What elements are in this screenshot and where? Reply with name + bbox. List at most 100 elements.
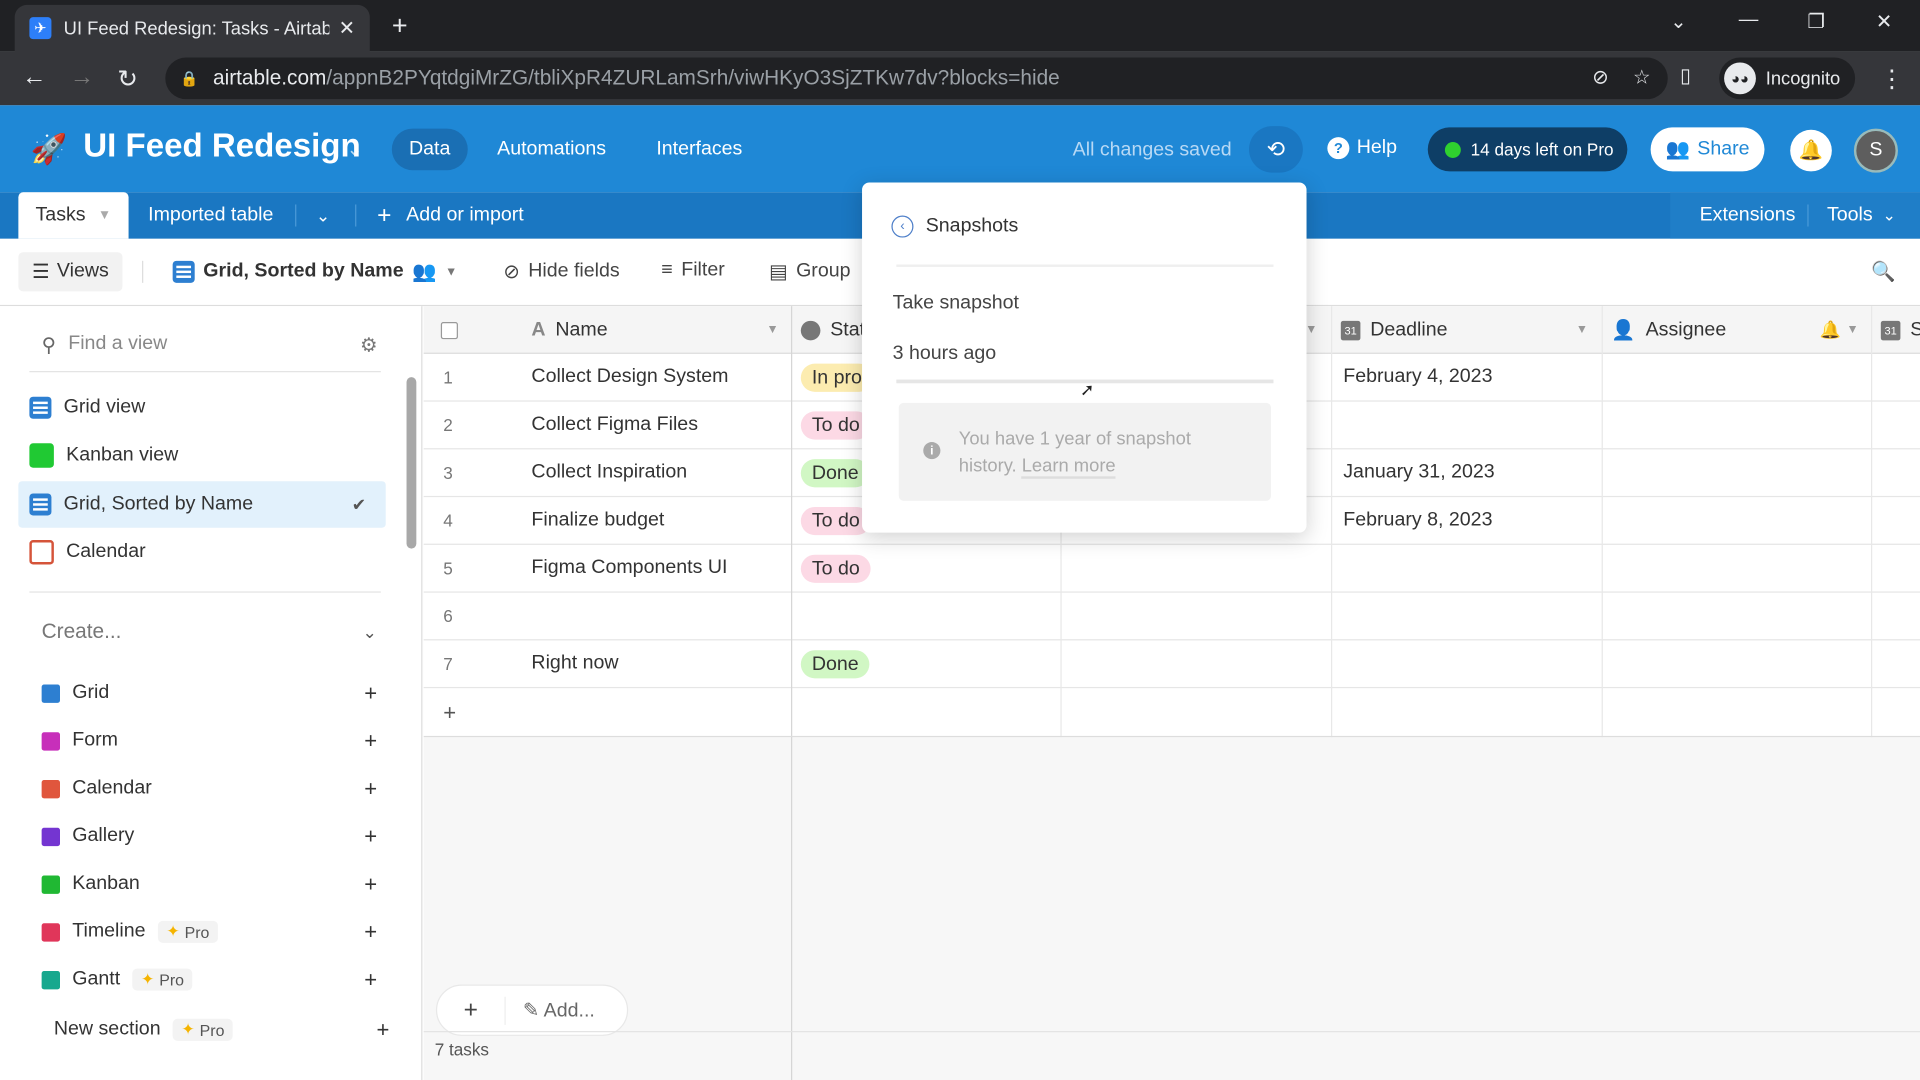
find-view-input[interactable]: ⚲ Find a view [42,333,168,357]
nav-automations[interactable]: Automations [480,129,623,171]
column-header-status[interactable]: Stat [800,306,865,354]
minimize-icon[interactable]: — [1739,10,1759,32]
learn-more-link[interactable]: Learn more [1021,455,1116,479]
check-icon: ✔ [351,494,367,514]
cell-name[interactable]: Collect Figma Files [531,414,698,436]
share-label: Share [1697,138,1750,160]
forward-icon[interactable]: → [70,64,94,92]
cell-deadline[interactable]: January 31, 2023 [1343,462,1494,484]
cell-name[interactable]: Figma Components UI [531,557,727,579]
base-name[interactable]: UI Feed Redesign [83,127,360,165]
create-section-header[interactable]: Create... [42,620,122,644]
column-header-deadline[interactable]: 31 Deadline [1340,306,1448,354]
table-tab-label: Tasks [35,204,86,226]
screen: ✈ UI Feed Redesign: Tasks - Airtable ✕ +… [0,0,1920,1080]
current-view-button[interactable]: Grid, Sorted by Name 👥 ▼ [172,260,457,284]
filter-button[interactable]: ≡ Filter [661,260,725,282]
sidebar-view-grid-sorted[interactable]: Grid, Sorted by Name ✔ [18,481,386,528]
record-count: 7 tasks [434,1039,490,1060]
extensions-button[interactable]: Extensions [1700,192,1796,239]
browser-tab[interactable]: ✈ UI Feed Redesign: Tasks - Airtable ✕ [14,4,370,52]
status-badge[interactable]: To do [800,411,871,440]
history-button[interactable]: ⟲ [1248,126,1303,173]
tools-button[interactable]: Tools ⌄ [1827,192,1896,239]
share-button[interactable]: 👥 Share [1650,127,1765,172]
add-with-ai-button[interactable]: ✎ Add... [506,998,595,1022]
column-header-name[interactable]: A Name [531,306,607,354]
sidebar-view-calendar[interactable]: Calendar [18,529,385,576]
tracking-off-icon[interactable]: ⊘ [1592,65,1608,89]
column-header-extra[interactable]: 31 S [1880,306,1920,354]
status-badge[interactable]: To do [800,506,871,536]
hide-fields-button[interactable]: ⊘ Hide fields [503,260,619,284]
add-record-plus-icon[interactable]: + [443,700,456,726]
sidebar-view-grid-view[interactable]: Grid view [18,384,385,431]
column-menu-caret-icon[interactable]: ▼ [1576,306,1588,354]
chevron-down-icon[interactable]: ⌄ [347,137,363,161]
help-button[interactable]: ? Help [1327,137,1397,160]
table-row[interactable]: 5 Figma Components UI To do [423,545,1920,593]
table-tab-tasks[interactable]: Tasks ▼ [18,192,129,239]
add-or-import-button[interactable]: + Add or import [377,192,524,239]
tab-search-icon[interactable]: ⌄ [1670,10,1686,34]
user-field-icon: 👤 [1611,320,1636,342]
views-button[interactable]: ☰ Views [18,252,123,292]
address-bar[interactable]: 🔒 airtable.com /appnB2PYqtdgiMrZG/tbliXp… [165,57,1668,100]
table-row[interactable]: 6 [423,593,1920,641]
more-tables-chevron-icon[interactable]: ⌄ [316,192,330,239]
sidebar-scrollbar[interactable] [406,377,417,549]
table-tab-imported[interactable]: Imported table [148,192,273,239]
create-gallery[interactable]: Gallery + [41,818,385,855]
column-menu-caret-icon[interactable]: ▼ [1305,306,1317,354]
create-kanban[interactable]: Kanban + [41,866,385,903]
take-snapshot-button[interactable]: Take snapshot [893,293,1019,315]
search-icon[interactable]: 🔍 [1871,260,1895,284]
notifications-bell-icon[interactable]: 🔔 [1790,129,1832,172]
notification-bell-icon[interactable]: 🔔 [1820,306,1841,354]
create-grid[interactable]: Grid + [41,675,385,712]
new-tab-icon[interactable]: + [392,10,408,42]
restore-icon[interactable]: ❐ [1807,10,1825,34]
column-menu-caret-icon[interactable]: ▼ [1847,306,1859,354]
views-label: Views [56,260,109,282]
create-timeline[interactable]: Timeline ✦ Pro + [41,913,385,950]
select-all-checkbox[interactable] [440,306,458,354]
cell-deadline[interactable]: February 4, 2023 [1343,366,1492,388]
back-chevron-icon[interactable]: ‹ [891,215,914,238]
table-row[interactable]: 7 Right now Done [423,640,1920,689]
cell-name[interactable]: Right now [531,653,618,675]
status-badge[interactable]: Done [800,650,870,679]
cell-name[interactable]: Collect Inspiration [531,462,687,484]
nav-interfaces[interactable]: Interfaces [639,129,759,171]
side-panel-icon[interactable]: ▯ [1680,64,1691,88]
snapshot-item[interactable]: 3 hours ago [893,343,996,365]
gear-icon[interactable]: ⚙ [360,333,378,357]
cell-name[interactable]: Collect Design System [531,366,728,388]
column-menu-caret-icon[interactable]: ▼ [767,306,779,354]
chevron-down-icon[interactable]: ⌄ [362,622,376,643]
create-calendar[interactable]: Calendar + [41,770,385,807]
incognito-badge[interactable]: ◕◕ Incognito [1719,57,1855,100]
bookmark-star-icon[interactable]: ☆ [1633,65,1651,89]
close-window-icon[interactable]: ✕ [1876,10,1892,34]
reload-icon[interactable]: ↻ [118,64,139,95]
group-button[interactable]: ▤ Group [769,260,851,284]
sidebar-view-kanban-view[interactable]: Kanban view [18,432,385,479]
status-badge[interactable]: Done [800,459,870,488]
create-new-section[interactable]: New section ✦ Pro + [54,1011,390,1048]
url-path: /appnB2PYqtdgiMrZG/tbliXpR4ZURLamSrh/viw… [326,66,1060,90]
column-header-assignee[interactable]: 👤 Assignee [1611,306,1726,354]
cell-deadline[interactable]: February 8, 2023 [1343,509,1492,531]
back-icon[interactable]: ← [22,64,46,92]
close-tab-icon[interactable]: ✕ [339,16,355,40]
create-gantt[interactable]: Gantt ✦ Pro + [41,961,385,998]
status-badge[interactable]: To do [800,554,871,583]
nav-data[interactable]: Data [391,128,468,171]
browser-menu-icon[interactable]: ⋮ [1880,64,1904,95]
add-record-button[interactable]: + [437,996,506,1025]
create-form[interactable]: Form + [41,722,385,759]
cell-name[interactable]: Finalize budget [531,509,664,531]
trial-badge[interactable]: 14 days left on Pro [1427,127,1628,172]
snapshots-header[interactable]: ‹ Snapshots [891,215,1018,238]
avatar[interactable]: S [1853,128,1898,173]
